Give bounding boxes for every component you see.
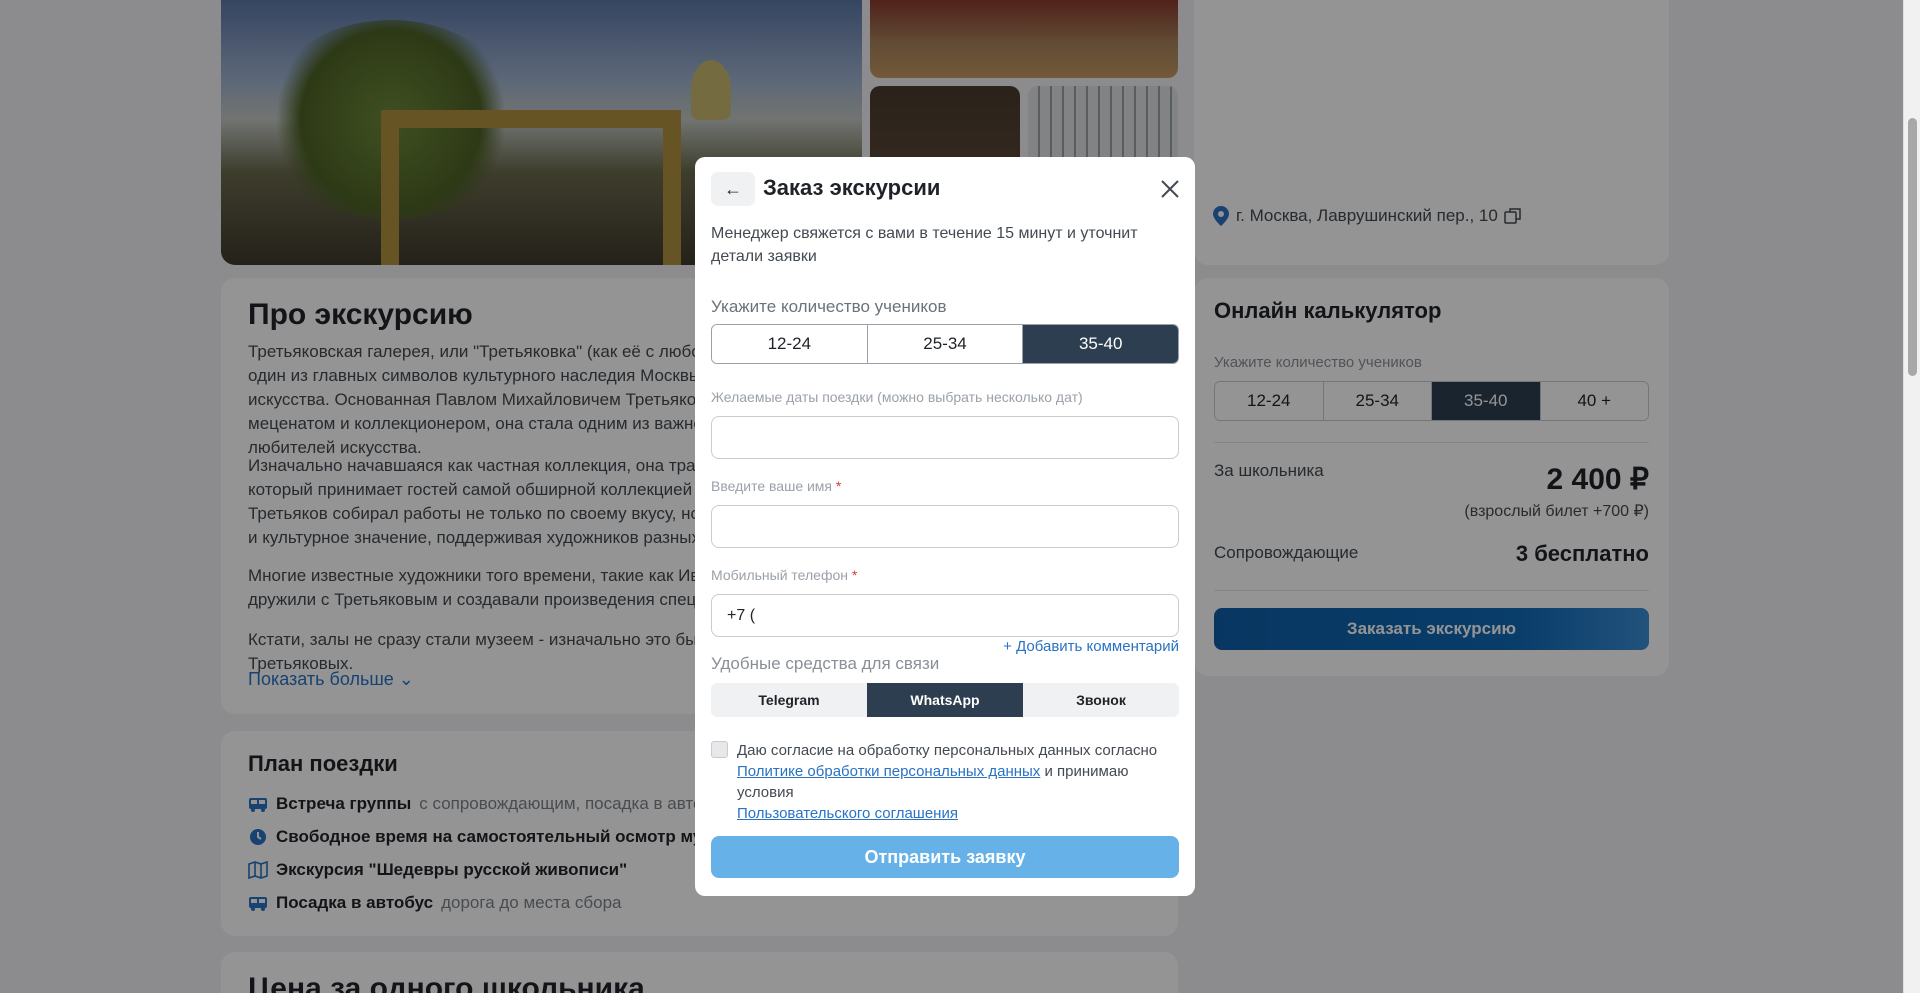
students-option[interactable]: 25-34 xyxy=(867,325,1024,363)
phone-input[interactable]: +7 ( xyxy=(711,594,1179,637)
name-input[interactable] xyxy=(711,505,1179,548)
name-label-text: Введите ваше имя xyxy=(711,478,833,494)
phone-label: Мобильный телефон * xyxy=(711,567,857,583)
close-icon[interactable] xyxy=(1158,177,1182,201)
required-mark: * xyxy=(835,478,842,494)
name-label: Введите ваше имя * xyxy=(711,478,841,494)
students-option-selected[interactable]: 35-40 xyxy=(1023,325,1178,363)
contact-option-whatsapp[interactable]: WhatsApp xyxy=(867,683,1023,717)
contact-method-label: Удобные средства для связи xyxy=(711,654,940,673)
order-modal: ← Заказ экскурсии Менеджер свяжется с ва… xyxy=(695,157,1195,896)
consent-block: Даю согласие на обработку персональных д… xyxy=(711,740,1179,824)
phone-label-text: Мобильный телефон xyxy=(711,567,848,583)
scrollbar-thumb[interactable] xyxy=(1908,118,1917,376)
required-mark: * xyxy=(851,567,858,583)
contact-option-call[interactable]: Звонок xyxy=(1023,683,1179,717)
contact-option-telegram[interactable]: Telegram xyxy=(711,683,867,717)
dates-input[interactable] xyxy=(711,416,1179,459)
consent-text: Даю согласие на обработку персональных д… xyxy=(737,740,1179,824)
privacy-policy-link[interactable]: Политике обработки персональных данных xyxy=(737,763,1040,780)
modal-title: Заказ экскурсии xyxy=(763,175,941,200)
consent-checkbox[interactable] xyxy=(711,741,728,758)
students-count-selector: 12-24 25-34 35-40 xyxy=(711,324,1179,364)
students-option[interactable]: 12-24 xyxy=(712,325,868,363)
contact-method-selector: Telegram WhatsApp Звонок xyxy=(711,683,1179,717)
consent-prefix: Даю согласие на обработку персональных д… xyxy=(737,742,1158,759)
add-comment-link[interactable]: + Добавить комментарий xyxy=(1003,638,1179,655)
students-count-label: Укажите количество учеников xyxy=(711,297,947,316)
page-scrollbar[interactable] xyxy=(1903,0,1920,993)
dates-label: Желаемые даты поездки (можно выбрать нес… xyxy=(711,389,1083,405)
arrow-left-icon: ← xyxy=(724,178,742,199)
back-button[interactable]: ← xyxy=(711,172,755,206)
user-agreement-link[interactable]: Пользовательского соглашения xyxy=(737,805,958,822)
modal-description: Менеджер свяжется с вами в течение 15 ми… xyxy=(711,225,1138,265)
submit-button[interactable]: Отправить заявку xyxy=(711,836,1179,878)
